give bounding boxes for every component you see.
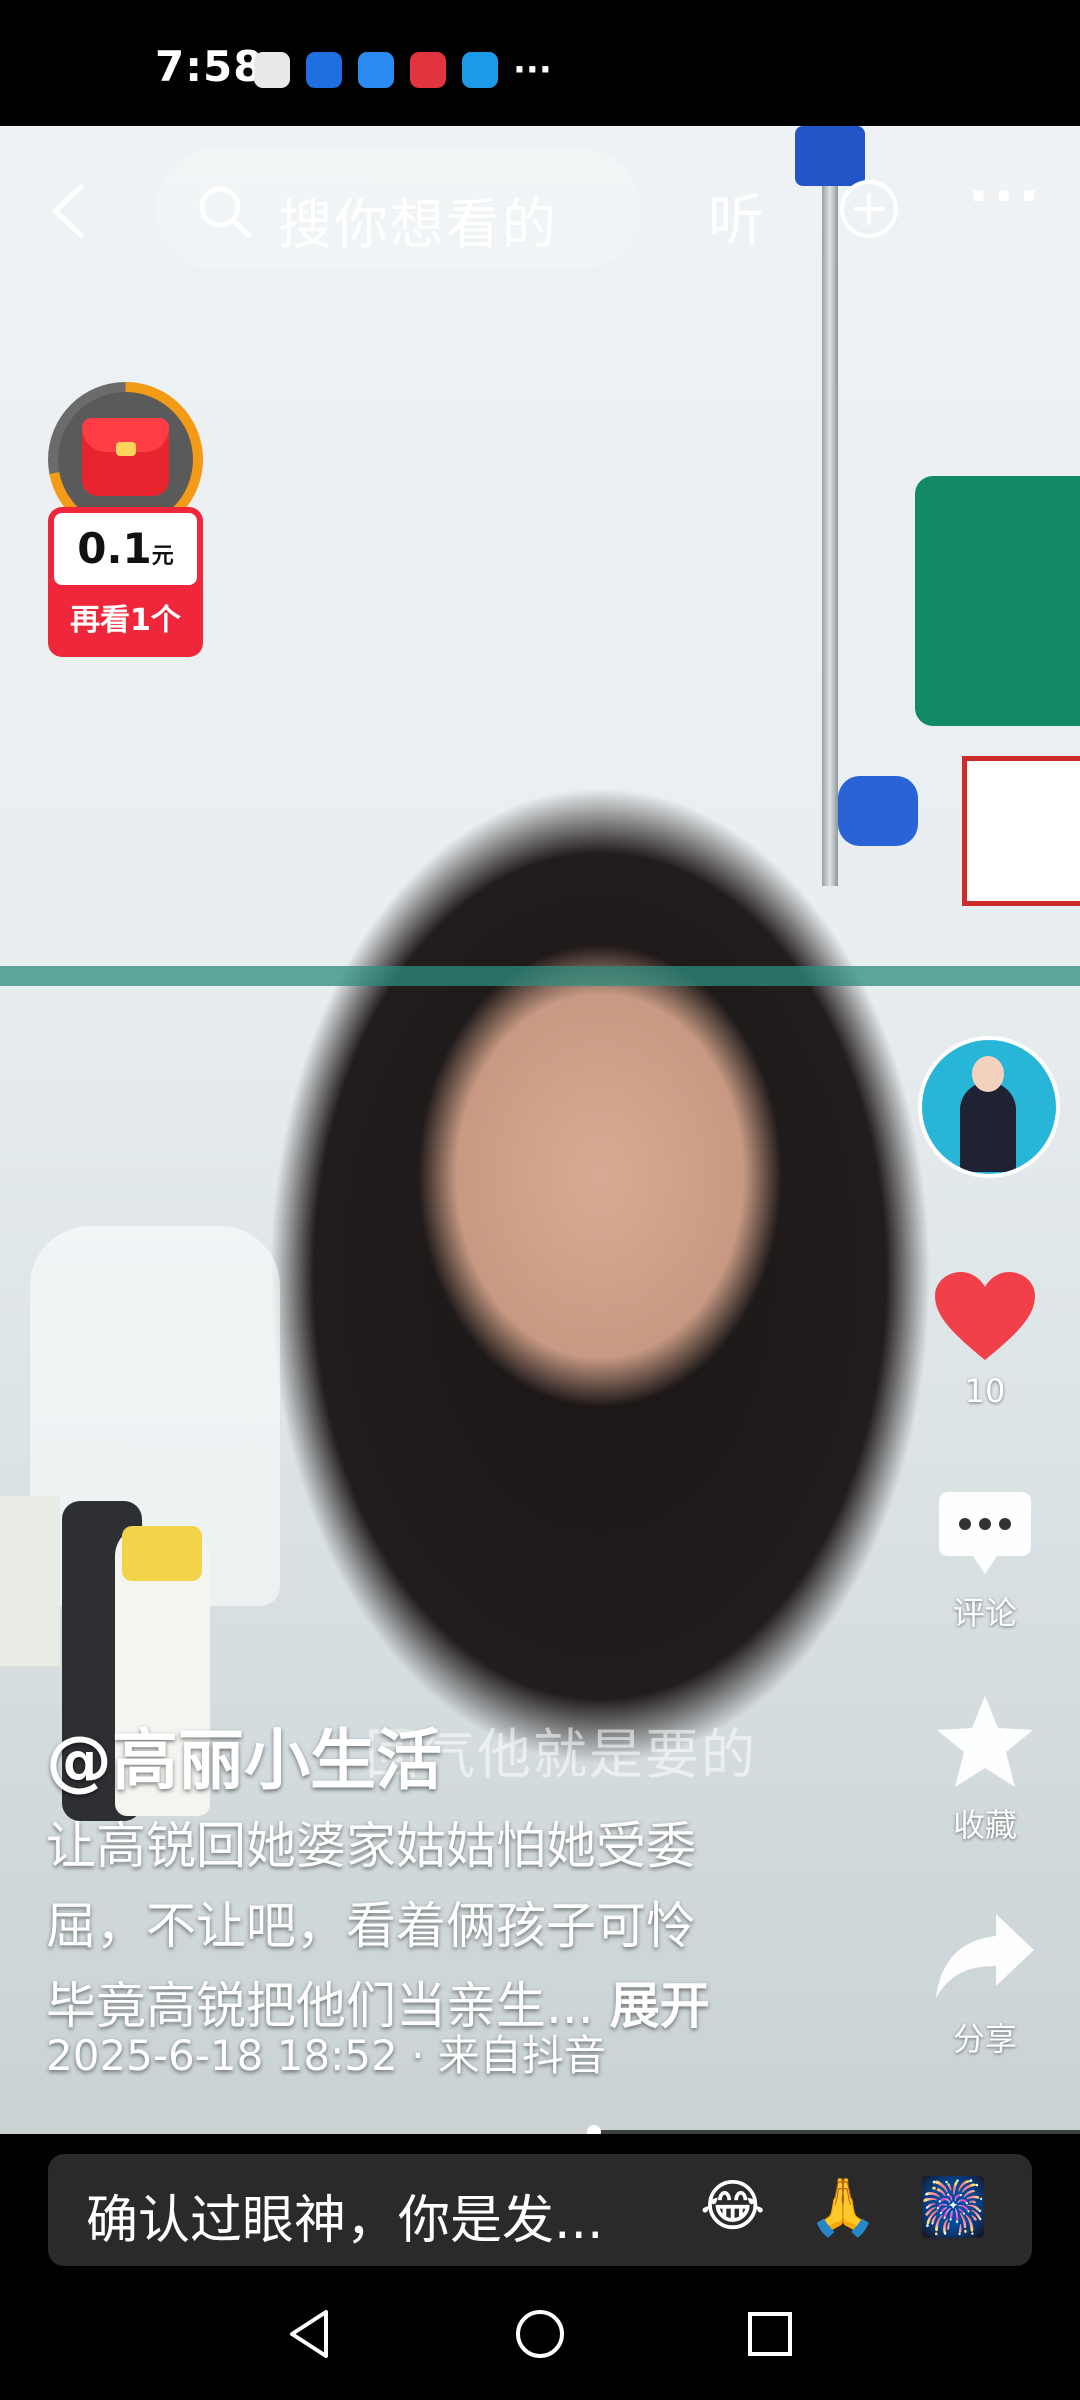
share-button[interactable]: 分享 — [920, 1910, 1050, 2060]
post-description[interactable]: 让高锐回她婆家姑姑怕她受委 屈，不让吧，看着俩孩子可怜 毕竟高锐把他们当亲生..… — [46, 1806, 826, 2046]
description-line: 屈，不让吧，看着俩孩子可怜 — [46, 1897, 696, 1955]
red-packet-value: 0.1 — [77, 524, 152, 573]
like-count: 10 — [964, 1372, 1006, 1410]
more-notifications-icon: ··· — [513, 50, 552, 90]
nav-home-icon[interactable] — [510, 2304, 570, 2364]
nav-recents-icon[interactable] — [740, 2304, 800, 2364]
star-icon — [937, 1696, 1033, 1787]
favorite-label: 收藏 — [952, 1806, 1017, 1844]
comment-label: 评论 — [952, 1594, 1017, 1632]
heart-icon — [935, 1272, 1035, 1360]
share-label: 分享 — [952, 2020, 1017, 2058]
red-packet-widget[interactable]: 0.1元 再看1个 — [48, 382, 203, 657]
comment-placeholder: 确认过眼神，你是发... — [86, 2191, 604, 2251]
author-name[interactable]: @高丽小生活 — [46, 1707, 442, 1803]
post-meta: 2025-6-18 18:52 · 来自抖音 — [46, 2022, 606, 2083]
fireworks-emoji-icon[interactable]: 🎆 — [918, 2174, 988, 2240]
cloud-app-icon — [358, 52, 394, 88]
search-bar[interactable]: 搜你想看的 — [156, 148, 641, 270]
drink-bottle-cap — [122, 1526, 202, 1581]
news-app-icon — [306, 52, 342, 88]
top-nav: 搜你想看的 听 ··· — [0, 126, 1080, 286]
comment-input[interactable]: 确认过眼神，你是发... 😂 🙏 🎆 — [48, 2154, 1032, 2266]
iv-clamp — [838, 776, 918, 846]
nav-back-icon[interactable] — [280, 2304, 340, 2364]
red-packet-amount: 0.1元 — [54, 513, 197, 585]
comment-button[interactable]: 评论 — [920, 1488, 1050, 1634]
comment-icon — [939, 1492, 1031, 1574]
back-icon[interactable] — [45, 181, 95, 241]
listen-button[interactable]: 听 — [708, 176, 764, 257]
red-packet-cta: 再看1个 — [70, 603, 181, 638]
add-icon[interactable] — [838, 178, 900, 240]
favorite-button[interactable]: 收藏 — [920, 1692, 1050, 1846]
medicine-box — [0, 1496, 60, 1666]
share-arrow-icon — [936, 1914, 1034, 1998]
search-app-icon — [462, 52, 498, 88]
red-packet-card: 0.1元 再看1个 — [48, 507, 203, 657]
huawei-app-icon — [254, 52, 290, 88]
wall-sign-red — [962, 756, 1080, 906]
wall-stripe — [0, 966, 1080, 986]
status-bar: 7:58 ··· — [0, 0, 1080, 126]
description-line: 让高锐回她婆家姑姑怕她受委 — [46, 1817, 696, 1875]
post-date: 2025-6-18 18:52 — [46, 2031, 398, 2080]
red-packet-unit: 元 — [151, 544, 174, 569]
search-icon — [199, 186, 251, 238]
praying-hands-emoji-icon[interactable]: 🙏 — [808, 2174, 878, 2240]
comment-bar: 确认过眼神，你是发... 😂 🙏 🎆 — [0, 2134, 1080, 2268]
laughing-emoji-icon[interactable]: 😂 — [700, 2174, 765, 2239]
like-button[interactable]: 10 — [920, 1270, 1050, 1410]
meta-separator: · — [411, 2031, 425, 2080]
more-menu-icon[interactable]: ··· — [968, 164, 1044, 229]
search-placeholder: 搜你想看的 — [278, 193, 558, 256]
red-app-icon — [410, 52, 446, 88]
expand-link[interactable]: 展开 — [610, 1977, 710, 2035]
author-avatar[interactable] — [918, 1036, 1060, 1178]
system-nav-bar — [0, 2268, 1080, 2400]
post-source: 来自抖音 — [437, 2031, 606, 2080]
status-time: 7:58 — [155, 42, 264, 91]
wall-sign-green — [915, 476, 1080, 726]
